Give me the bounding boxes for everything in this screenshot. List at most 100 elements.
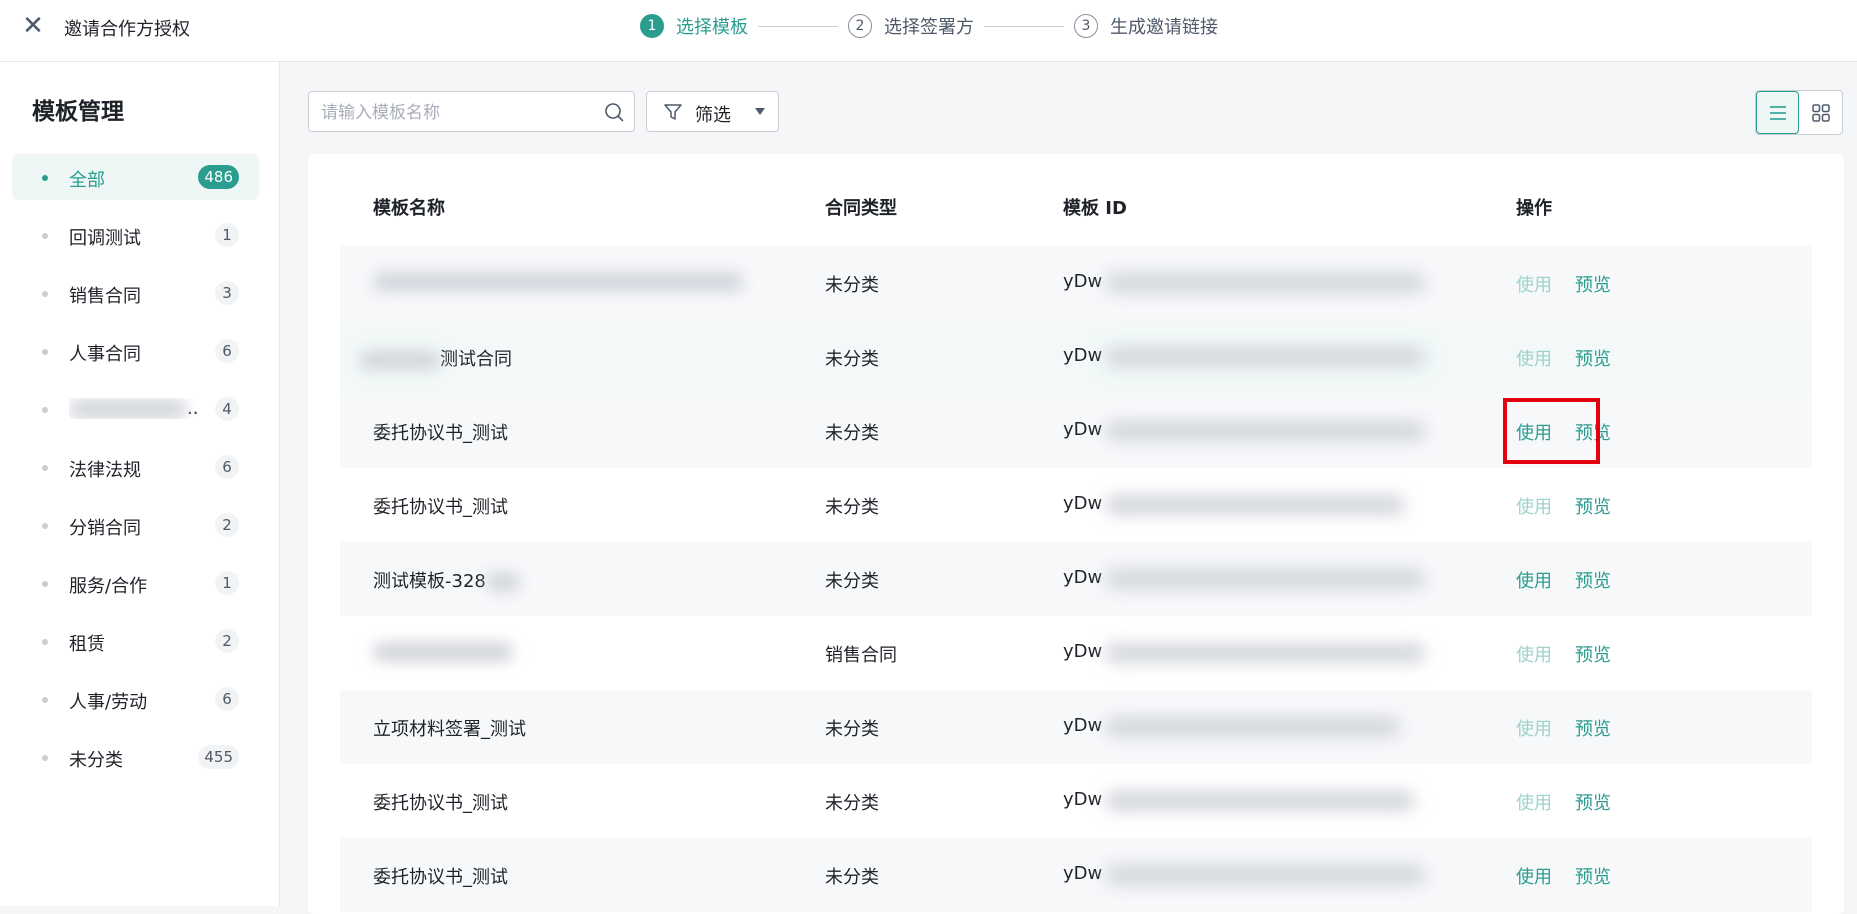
sidebar-item-label-redacted: ..: [69, 398, 198, 419]
bullet-dot: [42, 755, 48, 761]
count-badge: 1: [215, 571, 239, 595]
use-button[interactable]: 使用: [1516, 863, 1552, 889]
view-toggle: [1755, 90, 1843, 135]
contract-type: 未分类: [825, 719, 879, 740]
use-button[interactable]: 使用: [1516, 789, 1552, 815]
preview-button[interactable]: 预览: [1575, 345, 1611, 371]
preview-button[interactable]: 预览: [1575, 789, 1611, 815]
table-row: 未分类 yDw 使用 预览: [340, 246, 1812, 320]
sidebar-item-label: 回调测试: [69, 228, 141, 249]
sidebar-item-callback-test[interactable]: 回调测试 1: [12, 212, 259, 258]
contract-type: 未分类: [825, 497, 879, 518]
count-badge: 6: [215, 687, 239, 711]
sidebar-item-label: 人事/劳动: [69, 692, 148, 713]
use-button[interactable]: 使用: [1516, 493, 1552, 519]
redacted-text: [69, 399, 187, 419]
sidebar-item-all[interactable]: 全部 486: [12, 154, 259, 200]
sidebar-item-sales-contract[interactable]: 销售合同 3: [12, 270, 259, 316]
preview-button[interactable]: 预览: [1575, 641, 1611, 667]
bullet-dot: [42, 639, 48, 645]
preview-button[interactable]: 预览: [1575, 493, 1611, 519]
contract-type: 未分类: [825, 275, 879, 296]
filter-icon: [664, 104, 682, 120]
sidebar-item-hr-contract[interactable]: 人事合同 6: [12, 328, 259, 374]
search-field: [308, 91, 635, 132]
sidebar-item-label: 服务/合作: [69, 576, 148, 597]
template-name: 委托协议书_测试: [373, 793, 508, 814]
step-select-signer: 2 选择签署方: [848, 13, 974, 39]
bullet-dot: [42, 697, 48, 703]
highlight-box: [1503, 398, 1600, 464]
table-header: 模板名称 合同类型 模板 ID 操作: [340, 154, 1812, 246]
search-icon[interactable]: [604, 102, 624, 122]
sidebar-item-label: 租赁: [69, 634, 105, 655]
template-name: 委托协议书_测试: [373, 867, 508, 888]
template-name-redacted: [373, 271, 743, 292]
template-id: yDw: [1063, 271, 1103, 292]
contract-type: 未分类: [825, 867, 879, 888]
redacted-id: [1105, 643, 1425, 663]
sidebar-item-service[interactable]: 服务/合作 1: [12, 560, 259, 606]
page-title: 邀请合作方授权: [64, 19, 190, 40]
sidebar-item-label: 未分类: [69, 750, 123, 771]
bullet-dot: [42, 175, 48, 181]
sidebar-item-labor[interactable]: 人事/劳动 6: [12, 676, 259, 722]
sidebar-item-lease[interactable]: 租赁 2: [12, 618, 259, 664]
template-id: yDw: [1063, 567, 1103, 588]
contract-type: 未分类: [825, 349, 879, 370]
contract-type: 未分类: [825, 793, 879, 814]
template-table: 模板名称 合同类型 模板 ID 操作 未分类 yDw 使用 预览 测试合同 未分…: [308, 154, 1844, 914]
contract-type: 未分类: [825, 423, 879, 444]
use-button[interactable]: 使用: [1516, 271, 1552, 297]
step-select-template: 1 选择模板: [640, 13, 748, 39]
main-content: 筛选 模板名称 合同类型 模板 ID 操作: [280, 62, 1857, 914]
step-label: 选择模板: [676, 17, 748, 38]
use-button[interactable]: 使用: [1516, 715, 1552, 741]
table-row: 委托协议书_测试 未分类 yDw 使用 预览: [340, 394, 1812, 468]
preview-button[interactable]: 预览: [1575, 715, 1611, 741]
count-badge: 2: [215, 629, 239, 653]
count-badge: 455: [198, 745, 239, 769]
template-name-text: 测试模板-328: [373, 571, 486, 592]
list-view-button[interactable]: [1756, 91, 1800, 134]
list-icon: [1769, 105, 1786, 120]
bullet-dot: [42, 523, 48, 529]
redacted-text: [373, 642, 513, 662]
sidebar-item-uncategorized[interactable]: 未分类 455: [12, 734, 259, 780]
table-row: 测试模板-328 未分类 yDw 使用 预览: [340, 542, 1812, 616]
use-button[interactable]: 使用: [1516, 641, 1552, 667]
sidebar-item-label: 分销合同: [69, 518, 141, 539]
use-button[interactable]: 使用: [1516, 567, 1552, 593]
template-name-redacted: [373, 641, 513, 662]
bullet-dot: [42, 465, 48, 471]
use-button[interactable]: 使用: [1516, 345, 1552, 371]
sidebar-item-legal[interactable]: 法律法规 6: [12, 444, 259, 490]
step-generate-link: 3 生成邀请链接: [1074, 13, 1218, 39]
redacted-id: [1105, 791, 1415, 811]
template-name: 测试合同: [360, 345, 512, 371]
preview-button[interactable]: 预览: [1575, 271, 1611, 297]
table-row: 测试合同 未分类 yDw 使用 预览: [340, 320, 1812, 394]
preview-button[interactable]: 预览: [1575, 863, 1611, 889]
table-row: 销售合同 yDw 使用 预览: [340, 616, 1812, 690]
close-icon[interactable]: ✕: [20, 13, 46, 39]
step-connector: [758, 25, 838, 27]
table-row: 立项材料签署_测试 未分类 yDw 使用 预览: [340, 690, 1812, 764]
search-input[interactable]: [319, 99, 593, 127]
category-list: 全部 486 回调测试 1 销售合同 3 人事合同 6 .. 4 法律法规 6 …: [12, 154, 259, 792]
count-badge: 4: [215, 397, 239, 421]
step-label: 生成邀请链接: [1110, 17, 1218, 38]
top-bar: ✕ 邀请合作方授权 1 选择模板 2 选择签署方 3 生成邀请链接: [0, 0, 1857, 62]
redacted-id: [1105, 865, 1425, 885]
sidebar-item-label: 人事合同: [69, 344, 141, 365]
template-id: yDw: [1063, 789, 1103, 810]
filter-button[interactable]: 筛选: [646, 91, 779, 132]
sidebar-item-label: 法律法规: [69, 460, 141, 481]
grid-view-button[interactable]: [1799, 91, 1842, 134]
sidebar-item-distribution[interactable]: 分销合同 2: [12, 502, 259, 548]
preview-button[interactable]: 预览: [1575, 567, 1611, 593]
template-id: yDw: [1063, 419, 1103, 440]
sidebar-item-redacted[interactable]: .. 4: [12, 386, 259, 432]
sidebar-item-label: 销售合同: [69, 286, 141, 307]
count-badge: 1: [215, 223, 239, 247]
